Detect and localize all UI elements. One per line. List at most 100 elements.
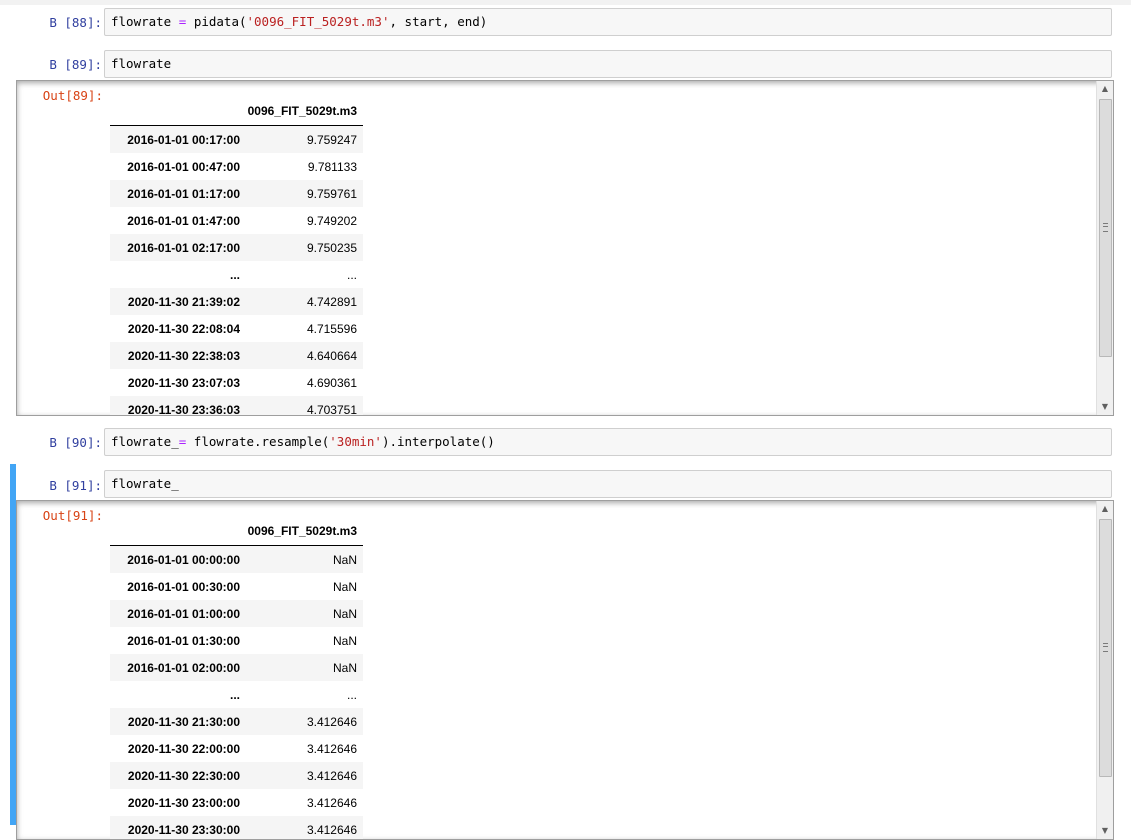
row-value: 9.759247 <box>306 132 357 147</box>
column-header: 0096_FIT_5029t.m3 <box>246 97 363 126</box>
table-row: 2016-01-01 01:30:00 NaN <box>110 627 363 654</box>
grip-icon <box>1103 643 1108 652</box>
code-text: flowrate <box>111 56 172 71</box>
row-value: ... <box>346 267 357 282</box>
row-index: 2020-11-30 22:30:00 <box>127 768 240 783</box>
code-variable: flowrate_ <box>111 434 179 449</box>
table-row: 2016-01-01 02:00:00 NaN <box>110 654 363 681</box>
table-row: 2016-01-01 01:47:00 9.749202 <box>110 207 363 234</box>
table-row: 2020-11-30 21:39:02 4.742891 <box>110 288 363 315</box>
row-index: 2016-01-01 01:47:00 <box>127 213 240 228</box>
output-scrollbar[interactable]: ▲ ▼ <box>1096 501 1113 839</box>
table-corner <box>110 517 246 546</box>
table-row: 2020-11-30 22:30:00 3.412646 <box>110 762 363 789</box>
code-text: flowrate_ <box>111 476 179 491</box>
row-value: NaN <box>332 660 357 675</box>
row-value: NaN <box>332 579 357 594</box>
scroll-down-icon[interactable]: ▼ <box>1097 399 1113 415</box>
table-row: 2020-11-30 23:36:03 4.703751 <box>110 396 363 416</box>
code-cell-91[interactable]: В [91]: flowrate_ Out[91]: 0096_FIT_5029… <box>10 464 1124 840</box>
row-index: 2020-11-30 22:38:03 <box>127 348 240 363</box>
code-string: '0096_FIT_5029t.m3' <box>246 14 390 29</box>
table-row: 2020-11-30 22:38:03 4.640664 <box>110 342 363 369</box>
code-function: pidata( <box>193 14 247 29</box>
table-row: 2016-01-01 00:30:00 NaN <box>110 573 363 600</box>
row-value: 4.640664 <box>306 348 357 363</box>
row-value: 3.412646 <box>306 741 357 756</box>
row-index: 2016-01-01 00:47:00 <box>127 159 240 174</box>
code-rest: , start, end) <box>389 14 488 29</box>
code-input[interactable]: flowrate <box>104 50 1112 78</box>
row-index: 2016-01-01 02:17:00 <box>127 240 240 255</box>
code-rest: ).interpolate() <box>381 434 495 449</box>
output-area[interactable]: Out[89]: 0096_FIT_5029t.m3 2016-01-01 00… <box>16 80 1114 416</box>
row-index: 2020-11-30 21:39:02 <box>127 294 240 309</box>
code-input[interactable]: flowrate = pidata('0096_FIT_5029t.m3', s… <box>104 8 1112 36</box>
scroll-up-icon[interactable]: ▲ <box>1097 501 1113 517</box>
output-area[interactable]: Out[91]: 0096_FIT_5029t.m3 2016-01-01 00… <box>16 500 1114 840</box>
table-row: 2020-11-30 22:08:04 4.715596 <box>110 315 363 342</box>
row-index: ... <box>229 267 240 282</box>
row-value: 3.412646 <box>306 768 357 783</box>
code-input[interactable]: flowrate_ <box>104 470 1112 498</box>
output-scrollbar[interactable]: ▲ ▼ <box>1096 81 1113 415</box>
code-operator: = <box>178 14 187 29</box>
dataframe-table: 0096_FIT_5029t.m3 2016-01-01 00:17:00 9.7… <box>110 97 363 416</box>
table-row: 2020-11-30 22:00:00 3.412646 <box>110 735 363 762</box>
code-cell-90[interactable]: В [90]: flowrate_= flowrate.resample('30… <box>10 428 1124 460</box>
row-index: ... <box>229 687 240 702</box>
scroll-down-icon[interactable]: ▼ <box>1097 823 1113 839</box>
table-row: 2016-01-01 00:17:00 9.759247 <box>110 125 363 153</box>
row-index: 2020-11-30 21:30:00 <box>127 714 240 729</box>
row-index: 2016-01-01 00:00:00 <box>127 552 240 567</box>
row-value: 9.750235 <box>306 240 357 255</box>
code-cell-89[interactable]: В [89]: flowrate Out[89]: 0096_FIT_5029t… <box>10 50 1124 416</box>
row-index: 2020-11-30 23:30:00 <box>127 822 240 837</box>
row-value: 3.412646 <box>306 714 357 729</box>
output-prompt: Out[89]: <box>42 88 103 103</box>
row-index: 2016-01-01 01:17:00 <box>127 186 240 201</box>
row-index: 2020-11-30 22:00:00 <box>127 741 240 756</box>
table-row: 2020-11-30 23:07:03 4.690361 <box>110 369 363 396</box>
row-value: NaN <box>332 606 357 621</box>
row-value: 4.703751 <box>306 402 357 416</box>
code-variable: flowrate <box>111 14 172 29</box>
table-row: 2016-01-01 00:47:00 9.781133 <box>110 153 363 180</box>
table-row: ...... <box>110 261 363 288</box>
table-corner <box>110 97 246 126</box>
row-index: 2016-01-01 01:30:00 <box>127 633 240 648</box>
dataframe-table: 0096_FIT_5029t.m3 2016-01-01 00:00:00 NaN… <box>110 517 363 839</box>
column-header: 0096_FIT_5029t.m3 <box>246 517 363 546</box>
row-value: NaN <box>332 633 357 648</box>
row-index: 2020-11-30 23:07:03 <box>127 375 240 390</box>
row-index: 2016-01-01 00:30:00 <box>127 579 240 594</box>
table-row: 2016-01-01 01:17:00 9.759761 <box>110 180 363 207</box>
row-value: 4.742891 <box>306 294 357 309</box>
row-value: 4.715596 <box>306 321 357 336</box>
row-index: 2020-11-30 22:08:04 <box>127 321 240 336</box>
row-index: 2020-11-30 23:36:03 <box>127 402 240 416</box>
code-input[interactable]: flowrate_= flowrate.resample('30min').in… <box>104 428 1112 456</box>
scroll-up-icon[interactable]: ▲ <box>1097 81 1113 97</box>
table-row: 2016-01-01 00:00:00 NaN <box>110 545 363 573</box>
code-function: flowrate.resample( <box>186 434 330 449</box>
row-index: 2016-01-01 02:00:00 <box>127 660 240 675</box>
scroll-thumb[interactable] <box>1099 99 1112 357</box>
code-cell-88[interactable]: В [88]: flowrate = pidata('0096_FIT_5029… <box>10 8 1124 40</box>
code-string: '30min' <box>329 434 382 449</box>
scroll-thumb[interactable] <box>1099 519 1112 777</box>
table-row: 2020-11-30 23:30:00 3.412646 <box>110 816 363 839</box>
row-value: 3.412646 <box>306 795 357 810</box>
toolbar-edge <box>0 0 1131 5</box>
row-value: NaN <box>332 552 357 567</box>
input-prompt: В [91]: <box>49 478 102 493</box>
input-prompt: В [90]: <box>49 435 102 450</box>
row-value: 4.690361 <box>306 375 357 390</box>
table-row: 2016-01-01 01:00:00 NaN <box>110 600 363 627</box>
input-prompt: В [89]: <box>49 57 102 72</box>
table-row: 2020-11-30 23:00:00 3.412646 <box>110 789 363 816</box>
input-prompt: В [88]: <box>49 15 102 30</box>
row-value: 9.749202 <box>306 213 357 228</box>
row-index: 2020-11-30 23:00:00 <box>127 795 240 810</box>
table-row: ...... <box>110 681 363 708</box>
